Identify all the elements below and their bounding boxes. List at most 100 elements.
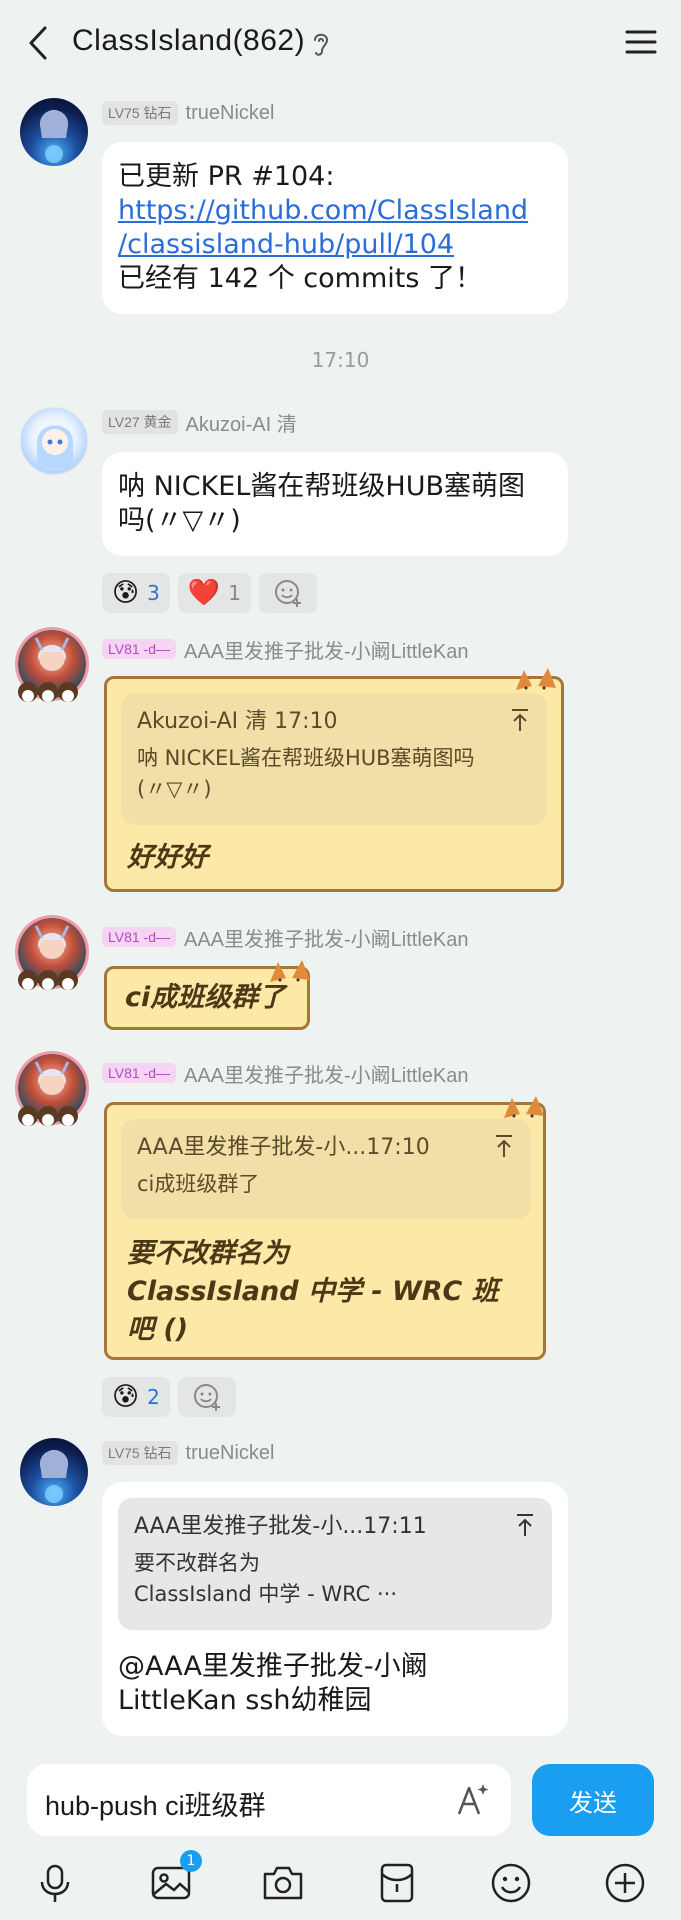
emoji-icon[interactable] [488,1860,534,1906]
send-button[interactable]: 发送 [532,1764,654,1836]
anxious-face-icon: 😰 [112,1382,140,1412]
reaction-chip[interactable]: 😰 3 [102,573,170,613]
avatar[interactable] [20,407,88,475]
message-input-text[interactable]: hub-push ci班级群 [45,1784,266,1823]
message-bubble[interactable]: 呐 NICKEL酱在帮班级HUB塞萌图 吗(〃▽〃) [102,452,568,556]
pr-link[interactable]: https://github.com/ClassIsland [118,195,528,226]
reactions-row: 😰 2 [102,1377,236,1417]
quote-header: Akuzoi-AI 清 17:10 [137,709,338,734]
reaction-count: 3 [147,581,160,605]
avatar[interactable] [20,1438,88,1506]
message-bubble[interactable]: AAA里发推子批发-小...17:11 要不改群名为 ClassIsland 中… [102,1482,568,1736]
message-text: 吗(〃▽〃) [118,505,241,536]
level-badge: LV81 -d— [102,639,176,659]
sender-name[interactable]: trueNickel [186,1442,275,1465]
message-bubble[interactable]: Akuzoi-AI 清 17:10 呐 NICKEL酱在帮班级HUB塞萌图吗 (… [104,676,564,892]
message-input[interactable]: hub-push ci班级群 [27,1764,511,1836]
quoted-message[interactable]: AAA里发推子批发-小...17:10 ci成班级群了 [121,1119,531,1219]
add-emoji-icon [274,580,301,607]
level-badge: LV75 钻石 [102,101,178,125]
cat-ears-decoration [270,960,310,982]
jump-to-icon[interactable] [493,1133,515,1159]
level-badge: LV81 -d— [102,927,176,947]
hedgehog-frame-decoration [18,970,78,990]
reaction-count: 2 [147,1385,160,1409]
message-text: ci成班级群了 [125,982,286,1013]
message-text: 要不改群名为 [127,1238,289,1269]
message-meta: LV75 钻石 trueNickel [102,100,274,126]
message-text: 好好好 [127,842,208,873]
message-text: 吧 () [127,1314,189,1345]
sender-name[interactable]: trueNickel [186,102,275,125]
message-text: LittleKan ssh幼稚园 [118,1685,372,1716]
avatar[interactable] [14,1052,94,1132]
quote-text: 要不改群名为 [134,1551,260,1575]
cat-ears-decoration [516,668,556,690]
message-text: 呐 NICKEL酱在帮班级HUB塞萌图 [118,471,525,502]
reaction-chip[interactable]: ❤️ 1 [177,573,251,613]
jump-to-icon[interactable] [514,1512,536,1538]
jump-to-icon[interactable] [509,707,531,733]
red-packet-icon[interactable] [374,1860,420,1906]
heart-icon: ❤️ [187,578,221,608]
quoted-message[interactable]: AAA里发推子批发-小...17:11 要不改群名为 ClassIsland 中… [118,1498,552,1630]
quote-header: AAA里发推子批发-小...17:10 [137,1135,430,1160]
avatar[interactable] [20,98,88,166]
quote-text: 呐 NICKEL酱在帮班级HUB塞萌图吗 [137,746,475,770]
image-button[interactable]: 1 [148,1850,202,1906]
message-text: @AAA里发推子批发-小阚 [118,1651,428,1682]
add-reaction-button[interactable] [258,573,317,613]
quote-text: (〃▽〃) [137,777,212,801]
add-reaction-button[interactable] [177,1377,236,1417]
cat-ears-decoration [504,1096,544,1118]
message-text: ClassIsland 中学 - WRC 班 [127,1276,499,1307]
pr-link-continued[interactable]: /classisland-hub/pull/104 [118,229,454,260]
add-emoji-icon [193,1384,220,1411]
avatar-illustration [37,425,73,468]
quote-header: AAA里发推子批发-小...17:11 [134,1514,427,1539]
reactions-row: 😰 3 ❤️ 1 [102,573,317,613]
reaction-chip[interactable]: 😰 2 [102,1377,170,1417]
image-count-badge: 1 [180,1850,202,1872]
quote-text: ClassIsland 中学 - WRC ··· [134,1582,398,1606]
chevron-left-icon [29,26,47,60]
quoted-message[interactable]: Akuzoi-AI 清 17:10 呐 NICKEL酱在帮班级HUB塞萌图吗 (… [121,693,547,825]
message-meta: LV27 黄金 Akuzoi-AI 清 [102,408,297,437]
level-badge: LV27 黄金 [102,410,178,434]
font-style-icon[interactable] [453,1780,493,1820]
message-text: 已经有 142 个 commits 了！ [118,263,482,294]
chat-title[interactable]: ClassIsland(862) [72,24,305,58]
sender-name[interactable]: Akuzoi-AI 清 [186,408,297,437]
message-meta: LV81 -d— AAA里发推子批发-小阚LittleKan [102,923,469,952]
message-meta: LV81 -d— AAA里发推子批发-小阚LittleKan [102,635,469,664]
avatar-illustration [40,1450,68,1503]
message-text: 已更新 PR #104: [118,161,335,192]
message-bubble[interactable]: AAA里发推子批发-小...17:10 ci成班级群了 要不改群名为 Class… [104,1102,546,1360]
quote-text: ci成班级群了 [137,1172,260,1196]
sender-name[interactable]: AAA里发推子批发-小阚LittleKan [184,1059,469,1088]
reaction-count: 1 [228,581,241,605]
chat-header: ClassIsland(862) [0,0,681,86]
sender-name[interactable]: AAA里发推子批发-小阚LittleKan [184,635,469,664]
microphone-icon[interactable] [32,1860,78,1906]
avatar-illustration [40,110,68,163]
plus-icon[interactable] [602,1860,648,1906]
time-separator: 17:10 [311,348,370,372]
level-badge: LV81 -d— [102,1063,176,1083]
hedgehog-frame-decoration [18,1106,78,1126]
composer: hub-push ci班级群 发送 [0,1754,681,1846]
hedgehog-frame-decoration [18,682,78,702]
anxious-face-icon: 😰 [112,578,140,608]
level-badge: LV75 钻石 [102,1441,178,1465]
avatar[interactable] [14,628,94,708]
ear-icon[interactable] [310,30,332,58]
message-meta: LV81 -d— AAA里发推子批发-小阚LittleKan [102,1059,469,1088]
camera-icon[interactable] [260,1860,306,1906]
avatar[interactable] [14,916,94,996]
composer-toolbar: 1 [0,1846,681,1920]
menu-icon[interactable] [621,22,661,62]
message-bubble[interactable]: 已更新 PR #104: https://github.com/ClassIsl… [102,142,568,314]
back-button[interactable] [18,22,58,64]
sender-name[interactable]: AAA里发推子批发-小阚LittleKan [184,923,469,952]
message-meta: LV75 钻石 trueNickel [102,1440,274,1466]
